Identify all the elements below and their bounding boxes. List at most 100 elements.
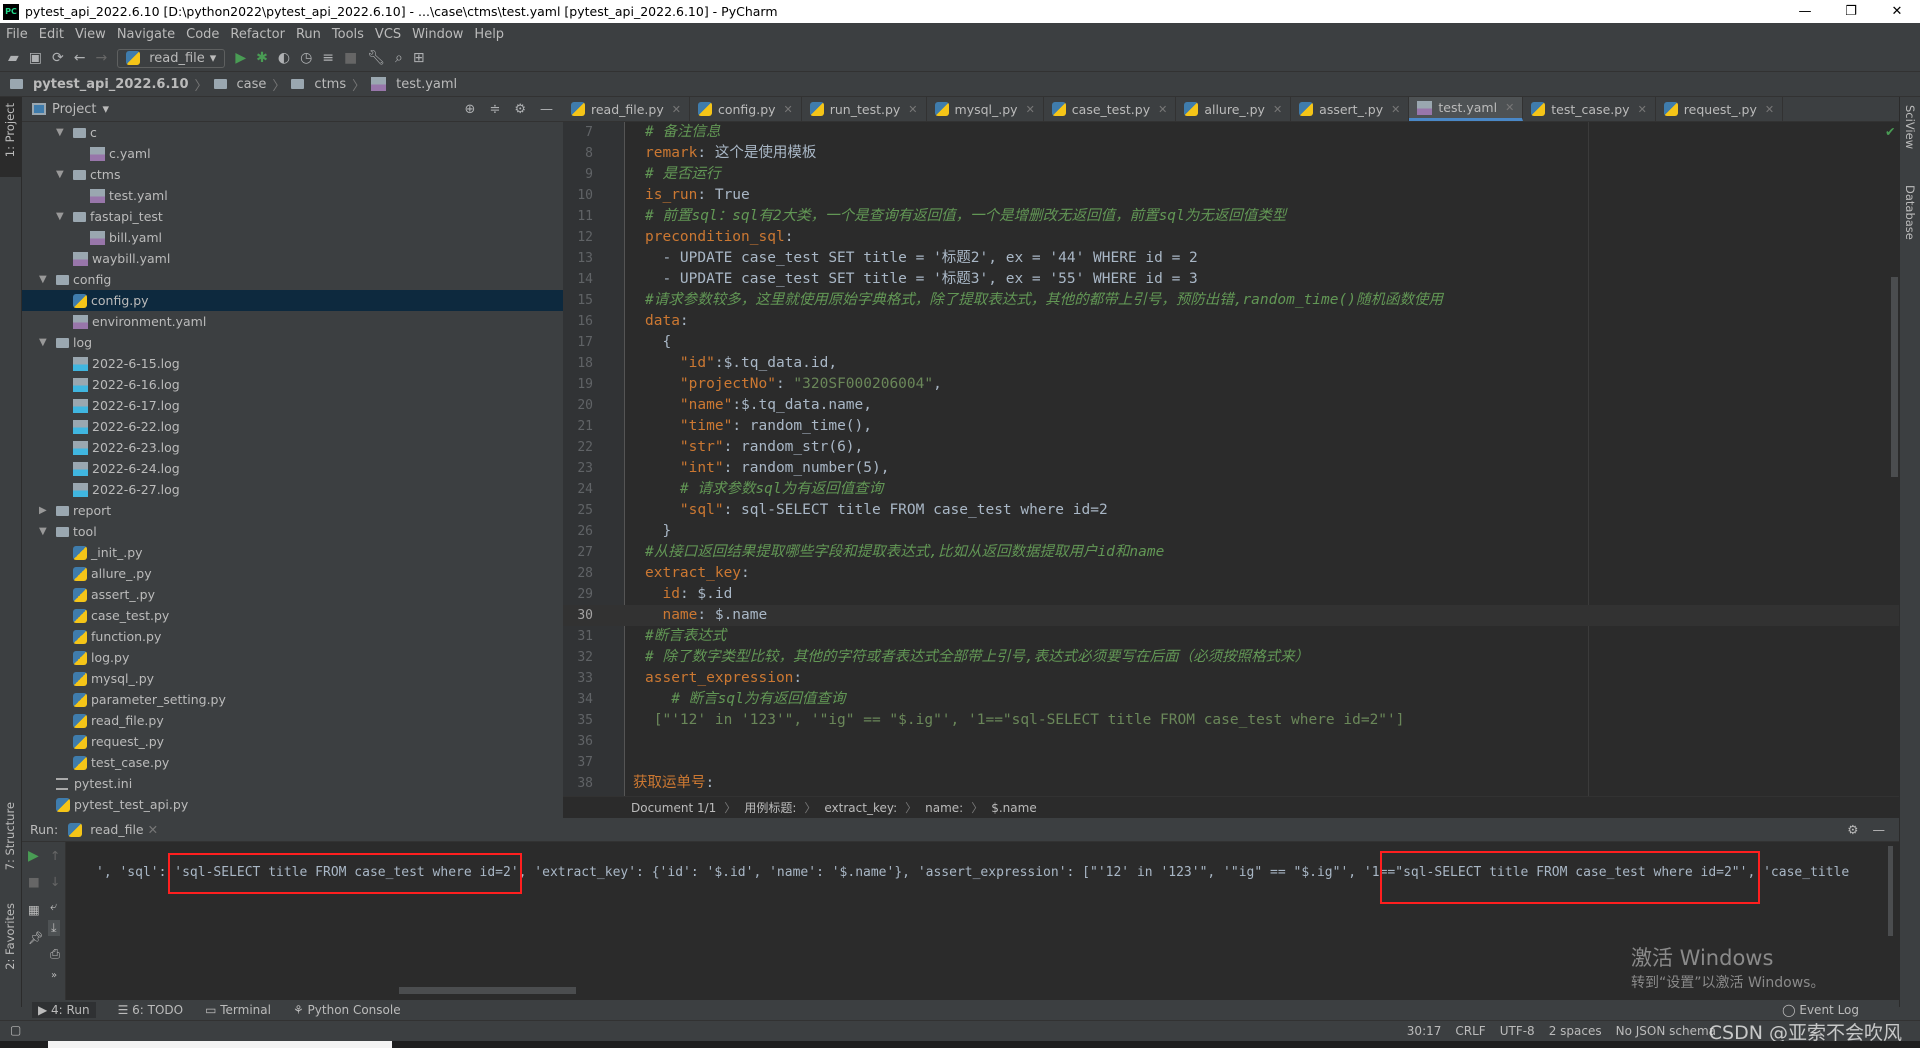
code-line[interactable]: 12 precondition_sql: [563,227,1900,248]
gear-icon[interactable]: ⚙ [514,102,526,117]
run-config-select[interactable]: read_file ▾ [117,48,226,68]
print-icon[interactable]: ⎙ [50,946,60,962]
code-line[interactable]: 8 remark: 这个是使用模板 [563,143,1900,164]
code-line[interactable]: 21 "time": random_time(), [563,416,1900,437]
gear-icon[interactable]: ⚙ [1847,822,1858,837]
line-separator[interactable]: CRLF [1455,1024,1485,1038]
code-line[interactable]: 27 #从接口返回结果提取哪些字段和提取表达式,比如从返回数据提取用户id和nam… [563,542,1900,563]
breadcrumb-project[interactable]: pytest_api_2022.6.10 [33,77,189,92]
tree-item[interactable]: 2022-6-16.log [22,374,563,395]
layout-icon[interactable]: ▦ [28,902,40,917]
tree-item[interactable]: 2022-6-22.log [22,416,563,437]
concurrency-icon[interactable]: ≡ [322,50,334,66]
tree-item[interactable]: 2022-6-24.log [22,458,563,479]
tree-item[interactable]: function.py [22,626,563,647]
breadcrumb-case[interactable]: case [237,77,267,92]
menu-view[interactable]: View [75,27,106,42]
code-line[interactable]: 23 "int": random_number(5), [563,458,1900,479]
wrench-icon[interactable]: 🔧︎ [367,50,385,66]
json-schema[interactable]: No JSON schema [1616,1024,1716,1038]
pin-icon[interactable]: 📌︎ [28,930,44,946]
tree-item[interactable]: pytest.ini [22,773,563,794]
menu-refactor[interactable]: Refactor [230,27,285,42]
close-icon[interactable]: ✕ [148,822,158,837]
tool-tab-todo[interactable]: ☰ 6: TODO [118,1003,184,1017]
code-line[interactable]: 28 extract_key: [563,563,1900,584]
chevron-down-icon[interactable]: ▾ [102,102,109,117]
tree-item[interactable]: 2022-6-27.log [22,479,563,500]
tree-item[interactable]: 2022-6-17.log [22,395,563,416]
crumb-case-title[interactable]: 用例标题: [744,799,796,816]
code-line[interactable]: 25 "sql": sql-SELECT title FROM case_tes… [563,500,1900,521]
code-line[interactable]: 20 "name":$.tq_data.name, [563,395,1900,416]
code-line[interactable]: 15 #请求参数较多，这里就使用原始字典格式，除了提取表达式，其他的都带上引号，预… [563,290,1900,311]
tab-run-test-py[interactable]: run_test.py ✕ [802,97,927,121]
minimize-button[interactable]: — [1782,4,1828,19]
code-line[interactable]: 30 name: $.name [563,605,1900,626]
tree-item[interactable]: 2022-6-15.log [22,353,563,374]
code-line[interactable]: 31 #断言表达式 [563,626,1900,647]
indent-setting[interactable]: 2 spaces [1549,1024,1602,1038]
hide-icon[interactable]: — [540,102,553,117]
code-line[interactable]: 13 - UPDATE case_test SET title = '标题2',… [563,248,1900,269]
tree-item[interactable]: ▼ log [22,332,563,353]
coverage-icon[interactable]: ◐ [278,50,290,66]
tool-tab-python-console[interactable]: ⚘ Python Console [293,1003,401,1017]
code-line[interactable]: 32 # 除了数字类型比较，其他的字符或者表达式全部带上引号,表达式必须要写在后面… [563,647,1900,668]
close-icon[interactable]: ✕ [1158,103,1167,116]
caret-position[interactable]: 30:17 [1407,1024,1442,1038]
profile-icon[interactable]: ◷ [300,50,312,66]
rerun-icon[interactable]: ▶ [28,848,39,864]
tree-item[interactable]: log.py [22,647,563,668]
code-line[interactable]: 36 [563,731,1900,752]
code-area[interactable]: 7 # 备注信息 8 remark: 这个是使用模板 9 # 是否运行 10 is_run: … [563,122,1900,796]
scroll-to-end-icon[interactable]: ⤓ [48,920,60,936]
tool-tab-run[interactable]: ▶ 4: Run [32,1002,96,1018]
menu-vcs[interactable]: VCS [375,27,401,42]
back-icon[interactable]: ← [74,50,86,66]
code-line[interactable]: 11 # 前置sql：sql有2大类，一个是查询有返回值，一个是增删改无返回值，前… [563,206,1900,227]
sciview-tool-tab[interactable]: SciView [1903,105,1917,149]
toggle-tool-windows-icon[interactable]: ▢ [10,1023,21,1037]
project-view-select[interactable]: Project [52,102,96,117]
stop-icon[interactable]: ■ [28,874,40,889]
editor-scrollbar[interactable] [1891,277,1898,477]
tree-item[interactable]: allure_.py [22,563,563,584]
more-icon[interactable]: » [51,970,57,981]
tree-item[interactable]: pytest_test_api.py [22,794,563,815]
collapse-icon[interactable]: ≑ [489,102,500,117]
close-icon[interactable]: ✕ [1273,103,1282,116]
code-line[interactable]: 7 # 备注信息 [563,122,1900,143]
expanded-arrow-icon[interactable]: ▼ [56,127,73,138]
up-icon[interactable]: ↑ [50,848,60,863]
code-line[interactable]: 17 { [563,332,1900,353]
hide-icon[interactable]: — [1873,822,1886,837]
run-icon[interactable]: ▶ [235,50,246,66]
tree-item[interactable]: waybill.yaml [22,248,563,269]
tree-item[interactable]: _init_.py [22,542,563,563]
code-line[interactable]: 18 "id":$.tq_data.id, [563,353,1900,374]
tab-request-py[interactable]: request_.py ✕ [1656,97,1784,121]
tree-item[interactable]: c.yaml [22,143,563,164]
tree-item[interactable]: 2022-6-23.log [22,437,563,458]
crumb-document[interactable]: Document 1/1 [631,801,716,815]
python-packages-icon[interactable]: ⊞ [413,50,425,66]
breadcrumb-ctms[interactable]: ctms [314,77,346,92]
down-icon[interactable]: ↓ [50,874,60,889]
code-line[interactable]: 14 - UPDATE case_test SET title = '标题3',… [563,269,1900,290]
close-icon[interactable]: ✕ [784,103,793,116]
code-line[interactable]: 22 "str": random_str(6), [563,437,1900,458]
close-icon[interactable]: ✕ [1391,103,1400,116]
code-line[interactable]: 19 "projectNo": "320SF000206004", [563,374,1900,395]
menu-tools[interactable]: Tools [332,27,364,42]
project-tool-tab[interactable]: 1: Project [3,103,17,157]
stop-icon[interactable]: ■ [344,50,357,66]
save-icon[interactable]: ▣ [29,50,42,66]
sync-icon[interactable]: ⟳ [52,50,64,66]
horizontal-scrollbar[interactable] [399,987,576,994]
menu-code[interactable]: Code [186,27,219,42]
tree-item[interactable]: ▼ config [22,269,563,290]
breadcrumb-file[interactable]: test.yaml [396,77,457,92]
vertical-scrollbar[interactable] [1888,846,1893,936]
collapsed-arrow-icon[interactable]: ▶ [39,505,56,516]
